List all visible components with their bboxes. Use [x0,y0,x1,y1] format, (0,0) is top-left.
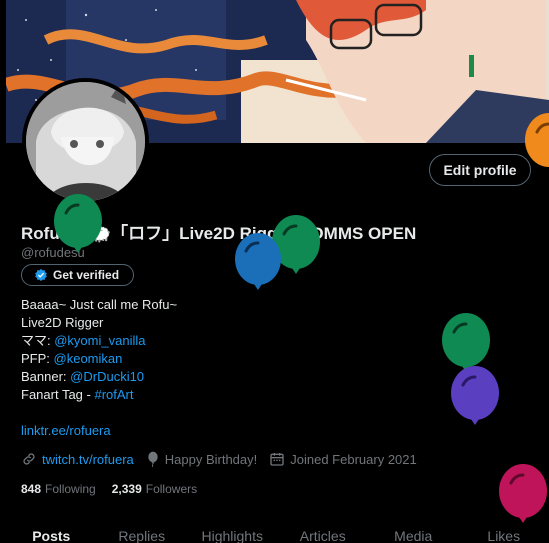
bio-fanart-hashtag-link[interactable]: #rofArt [94,387,133,402]
follow-stats: 848 Following 2,339 Followers [21,482,197,496]
tab-replies[interactable]: Replies [97,520,188,543]
bio-mama-link[interactable]: @kyomi_vanilla [54,333,145,348]
bio-line-2: Live2D Rigger [21,315,104,330]
followers-count: 2,339 [111,482,142,496]
bio-pfp-prefix: PFP: [21,351,54,366]
following-label: Following [45,482,96,496]
tab-likes[interactable]: Likes [459,520,549,543]
bio-website-link[interactable]: linktr.ee/rofuera [21,423,111,438]
following-stat[interactable]: 848 Following [21,482,96,496]
get-verified-label: Get verified [53,268,120,282]
bio-pfp-link[interactable]: @keomikan [54,351,123,366]
followers-label: Followers [145,482,198,496]
profile-meta: twitch.tv/rofuera Happy Birthday! Joined… [21,451,429,467]
avatar-artwork [26,82,145,201]
get-verified-button[interactable]: Get verified [21,264,134,286]
following-count: 848 [21,482,42,496]
birthday-text: Happy Birthday! [164,451,258,467]
user-handle: @rofudesu [21,245,85,260]
calendar-icon [270,453,284,466]
avatar[interactable] [22,78,149,205]
bio-banner-link[interactable]: @DrDucki10 [70,369,144,384]
tab-posts[interactable]: Posts [6,520,97,543]
bio-line-1: Baaaa~ Just call me Rofu~ [21,297,178,312]
tab-articles[interactable]: Articles [278,520,369,543]
bio-banner-prefix: Banner: [21,369,71,384]
verified-badge-icon [35,268,47,282]
tab-media[interactable]: Media [368,520,459,543]
balloon-decoration [442,313,490,372]
display-name: Rofuera 🐑「ロフ」Live2D Rigger COMMS OPEN [21,224,417,243]
bio-fanart-prefix: Fanart Tag - [21,387,95,402]
tab-highlights[interactable]: Highlights [187,520,278,543]
edit-profile-button[interactable]: Edit profile [429,154,531,186]
profile-tabs: Posts Replies Highlights Articles Media … [6,520,549,543]
joined-date: Joined February 2021 [290,451,417,467]
balloon-icon [148,451,158,467]
followers-stat[interactable]: 2,339 Followers [112,482,197,496]
bio-mama-prefix: ママ: [21,333,55,348]
link-icon [23,453,35,465]
profile-url-link[interactable]: twitch.tv/rofuera [42,452,134,467]
profile-bio: Baaaa~ Just call me Rofu~ Live2D Rigger … [21,296,177,404]
balloon-decoration [451,366,499,425]
